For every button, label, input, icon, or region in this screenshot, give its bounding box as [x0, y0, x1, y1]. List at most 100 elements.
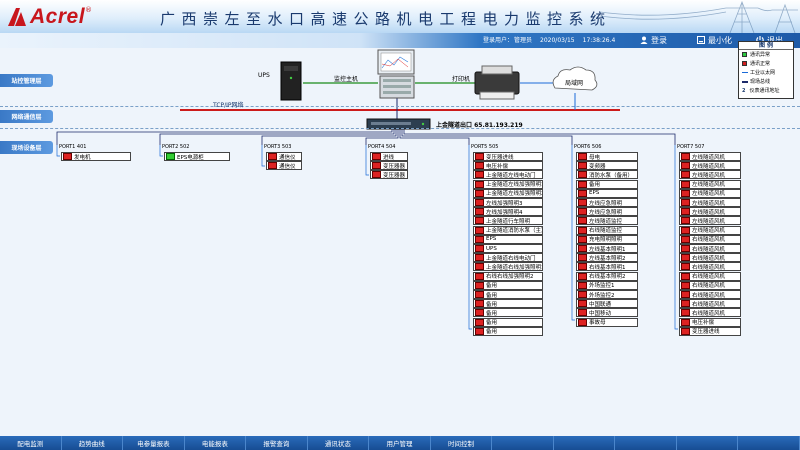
device-item[interactable]: 消防水泵（备用）: [576, 170, 638, 180]
header: Acrel ® 广西崇左至水口高速公路机电工程电力监控系统: [0, 0, 800, 33]
device-item[interactable]: 右线隧道风机: [679, 299, 741, 309]
device-item[interactable]: 充电照明照明: [576, 234, 638, 244]
nav-tab[interactable]: 配电监测: [0, 436, 62, 450]
device-item[interactable]: 左线隧道风机: [679, 198, 741, 207]
status-indicator-icon: [681, 318, 690, 326]
device-item[interactable]: 左线隧道风机: [679, 188, 741, 198]
device-item[interactable]: 右线隧道风机: [679, 308, 741, 318]
device-item[interactable]: 事故母: [576, 317, 638, 327]
device-item[interactable]: 左线加强照明3: [473, 198, 543, 207]
nav-tab[interactable]: [492, 436, 554, 450]
address-symbol: 2: [742, 87, 746, 94]
device-item[interactable]: 右线右线加强照明2: [473, 271, 543, 281]
device-item[interactable]: 右线隧道风机: [679, 244, 741, 253]
device-item[interactable]: 左线隧道风机: [679, 225, 741, 235]
device-item-label: 变频器: [589, 163, 606, 170]
nav-tab[interactable]: 报警查询: [246, 436, 308, 450]
dark-line-icon: [742, 80, 748, 83]
device-item[interactable]: 备用: [473, 299, 543, 309]
device-item[interactable]: 通信仪: [266, 161, 302, 171]
status-indicator-icon: [475, 281, 484, 289]
login-button[interactable]: 登录: [640, 34, 667, 46]
device-item[interactable]: 左线基本照明2: [576, 253, 638, 263]
device-item[interactable]: 通信仪: [266, 152, 302, 161]
device-item[interactable]: EPS电源柜: [164, 152, 230, 161]
logo-registered-mark: ®: [85, 6, 93, 14]
device-item[interactable]: 母电: [576, 152, 638, 161]
device-item[interactable]: 右线隧道风机: [679, 234, 741, 244]
user-info: 登录用户：管理员 2020/03/15 17:38:26.4: [483, 35, 623, 44]
device-item[interactable]: 右线隧道风机: [679, 290, 741, 299]
device-item[interactable]: 左线隧道风机: [679, 179, 741, 189]
nav-tab[interactable]: [615, 436, 677, 450]
device-item[interactable]: 上金隧道右线电动门: [473, 253, 543, 263]
device-item[interactable]: UPS: [473, 244, 543, 253]
nav-tab[interactable]: [738, 436, 800, 450]
device-item[interactable]: 备用: [473, 290, 543, 299]
device-item[interactable]: 左线隧道风机: [679, 170, 741, 180]
device-item[interactable]: 上金隧道左线加强照明1: [473, 179, 543, 189]
nav-tab[interactable]: 通讯状态: [308, 436, 370, 450]
device-item[interactable]: 变压器进线: [679, 326, 741, 336]
device-item[interactable]: 发电机: [61, 152, 131, 161]
device-item[interactable]: 中国联通: [576, 299, 638, 309]
device-item[interactable]: 变压器进线: [473, 152, 543, 161]
device-item[interactable]: 右线隧道风机: [679, 253, 741, 263]
legend: 图 例 通讯异常 通讯正常 工业以太网 现场总线 2 仪表通讯地址: [738, 41, 794, 99]
device-item[interactable]: 上金隧道右线加强照明1: [473, 262, 543, 272]
device-item[interactable]: 左线应急照明: [576, 207, 638, 217]
device-item[interactable]: 进线: [370, 152, 408, 161]
device-item[interactable]: EPS: [576, 188, 638, 198]
device-item[interactable]: 中国移动: [576, 308, 638, 318]
nav-tab[interactable]: 电参量报表: [123, 436, 185, 450]
device-item[interactable]: 变频器: [576, 161, 638, 171]
device-item[interactable]: 上金隧道左线加强照明2: [473, 188, 543, 198]
device-item[interactable]: 上金隧道行车照明: [473, 216, 543, 226]
device-item[interactable]: 上金隧道左线电动门: [473, 170, 543, 180]
device-item[interactable]: 右线隧道风机: [679, 271, 741, 281]
device-item[interactable]: 备用: [473, 280, 543, 290]
device-item[interactable]: 变压器器: [370, 161, 408, 171]
device-item[interactable]: EPS: [473, 234, 543, 244]
device-item[interactable]: 右线隧道监控: [576, 225, 638, 235]
device-item[interactable]: 备用: [576, 179, 638, 189]
device-item[interactable]: 右线隧道风机: [679, 280, 741, 290]
device-item-label: 右线隧道风机: [692, 292, 726, 299]
host-computer-icon: [377, 49, 415, 99]
device-item[interactable]: 备用: [473, 308, 543, 318]
device-item[interactable]: 外场监控1: [576, 280, 638, 290]
nav-tab[interactable]: 趋势曲线: [62, 436, 124, 450]
device-item[interactable]: 左线隧道监控: [576, 216, 638, 226]
device-item-label: 右线隧道风机: [692, 264, 726, 271]
device-item[interactable]: 电压补偿: [473, 161, 543, 171]
nav-tab[interactable]: 时间控制: [431, 436, 493, 450]
device-item[interactable]: 上金隧道消防水泵（主）: [473, 225, 543, 235]
device-item[interactable]: 左线隧道风机: [679, 161, 741, 171]
device-item[interactable]: 左线加强照明4: [473, 207, 543, 217]
nav-tab[interactable]: [554, 436, 616, 450]
device-item[interactable]: 右线隧道风机: [679, 262, 741, 272]
device-item[interactable]: 左线隧道风机: [679, 207, 741, 217]
device-item-label: 右线隧道风机: [692, 274, 726, 281]
port-label: PORT4 504: [368, 144, 396, 150]
device-item[interactable]: 外场监控2: [576, 290, 638, 299]
device-item[interactable]: 电压补偿: [679, 317, 741, 327]
status-indicator-icon: [475, 171, 484, 179]
device-item[interactable]: 右线基本照明2: [576, 271, 638, 281]
device-item[interactable]: 备用: [473, 326, 543, 336]
port-label: PORT5 505: [471, 144, 499, 150]
device-item-label: 通信仪: [279, 163, 296, 170]
device-item[interactable]: 左线基本照明1: [576, 244, 638, 253]
device-item-label: 备用: [486, 320, 498, 327]
user-label: 登录用户：: [483, 37, 514, 44]
nav-tab[interactable]: [677, 436, 739, 450]
device-item[interactable]: 左线隧道风机: [679, 216, 741, 226]
nav-tab[interactable]: 用户管理: [369, 436, 431, 450]
device-item[interactable]: 变压器器: [370, 170, 408, 180]
device-item[interactable]: 左线隧道风机: [679, 152, 741, 161]
device-item[interactable]: 左线应急照明: [576, 198, 638, 207]
nav-tab[interactable]: 电能报表: [185, 436, 247, 450]
device-item[interactable]: 备用: [473, 317, 543, 327]
minimize-button[interactable]: 最小化: [697, 34, 732, 46]
device-item[interactable]: 右线基本照明1: [576, 262, 638, 272]
